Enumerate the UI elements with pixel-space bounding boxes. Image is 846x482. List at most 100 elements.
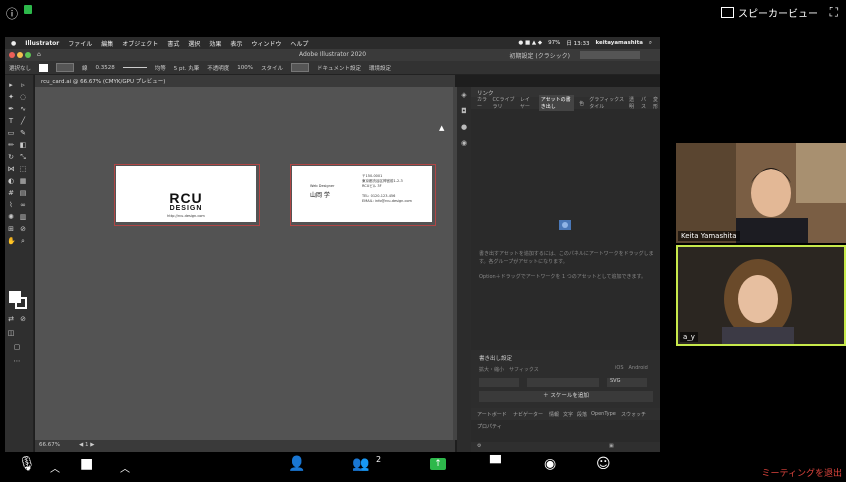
tab-character[interactable]: 文字 [563, 411, 573, 418]
opacity-input[interactable]: 100% [237, 65, 253, 71]
tab-artboards[interactable]: アートボード [477, 411, 507, 418]
variable-width-select[interactable]: 均等 [155, 64, 166, 72]
apple-icon[interactable]: ● [11, 40, 16, 47]
settings-icon[interactable]: ⚙ [477, 443, 481, 449]
reactions-icon[interactable]: ☺ [596, 456, 611, 472]
tab-navigator[interactable]: ナビゲーター [513, 411, 543, 418]
video-options-chevron-icon[interactable]: ︿ [120, 460, 130, 475]
menu-window[interactable]: ウィンドウ [251, 39, 281, 48]
type-tool-icon[interactable]: T [7, 117, 15, 125]
tab-cc-libraries[interactable]: CCライブラリ [493, 96, 515, 110]
document-setup-button[interactable]: ドキュメント設定 [317, 64, 361, 72]
shape-builder-icon[interactable]: ◐ [7, 177, 15, 185]
menu-edit[interactable]: 編集 [101, 39, 113, 48]
links-panel-icon[interactable]: ◘ [460, 107, 468, 115]
tab-layers[interactable]: レイヤー [520, 96, 534, 110]
direct-selection-tool-icon[interactable]: ▹ [19, 81, 27, 89]
gradient-tool-icon[interactable]: ▤ [19, 189, 27, 197]
fullscreen-icon[interactable]: ⛶ [830, 5, 838, 20]
speaker-view-button[interactable]: スピーカービュー [721, 5, 818, 20]
magic-wand-icon[interactable]: ✦ [7, 93, 15, 101]
blend-tool-icon[interactable]: ∞ [19, 201, 27, 209]
rotate-tool-icon[interactable]: ↻ [7, 153, 15, 161]
format-select[interactable]: SVG [607, 378, 647, 387]
line-tool-icon[interactable]: ╱ [19, 117, 27, 125]
more-tools-icon[interactable]: ⋯ [13, 357, 21, 365]
menu-view[interactable]: 表示 [230, 39, 242, 48]
menu-object[interactable]: オブジェクト [122, 39, 158, 48]
tab-color[interactable]: カラー [477, 96, 488, 110]
graph-tool-icon[interactable]: ▥ [19, 213, 27, 221]
card-front[interactable]: RCU DESIGN http://rcu-design.com [116, 166, 256, 222]
tab-swatches[interactable]: スウォッチ [621, 411, 646, 418]
participants-icon[interactable]: 👥 [352, 456, 369, 472]
layers-panel-icon[interactable]: ◈ [460, 91, 468, 99]
draw-mode-icon[interactable]: ◫ [7, 329, 15, 337]
audio-options-chevron-icon[interactable]: ︿ [50, 460, 60, 475]
tab-graphic-styles[interactable]: グラフィックスタイル [589, 96, 624, 110]
paintbrush-tool-icon[interactable]: ✎ [19, 129, 27, 137]
invite-icon[interactable]: 👤 [288, 456, 305, 472]
symbol-sprayer-icon[interactable]: ✺ [7, 213, 15, 221]
artboard-nav-icons[interactable]: ◀ 1 ▶ [79, 442, 94, 448]
scale-input[interactable] [479, 378, 519, 387]
screen-mode-icon[interactable]: ▢ [13, 343, 21, 351]
perspective-grid-icon[interactable]: ▦ [19, 177, 27, 185]
stroke-color-swatch[interactable] [56, 63, 75, 72]
chat-icon[interactable]: ▀ [490, 456, 501, 472]
participant-video-1[interactable]: Keita Yamashita [676, 143, 846, 243]
video-camera-icon[interactable]: ■ [80, 456, 93, 472]
symbols-panel-icon[interactable]: ◉ [460, 139, 468, 147]
eyedropper-icon[interactable]: ⌇ [7, 201, 15, 209]
tab-info[interactable]: 情報 [549, 411, 559, 418]
search-icon[interactable]: ⌕ [649, 40, 652, 47]
tab-swatch[interactable]: 色 [579, 100, 584, 107]
tab-paragraph[interactable]: 段落 [577, 411, 587, 418]
brush-select[interactable]: 5 pt. 丸筆 [174, 64, 199, 72]
menu-effect[interactable]: 効果 [209, 39, 221, 48]
export-button-icon[interactable]: ▣ [609, 443, 614, 449]
swap-colors-icon[interactable]: ⇄ [7, 315, 15, 323]
user-label[interactable]: keitayamashita [595, 40, 642, 46]
suffix-input[interactable] [527, 378, 599, 387]
menu-file[interactable]: ファイル [68, 39, 92, 48]
microphone-icon[interactable]: 🎙 [18, 456, 36, 472]
lasso-tool-icon[interactable]: ◌ [19, 93, 27, 101]
platform-label[interactable]: iOS Android [615, 364, 648, 371]
tab-path[interactable]: パス [641, 96, 648, 110]
fill-color-swatch[interactable] [39, 63, 49, 72]
hand-tool-icon[interactable]: ✋ [7, 237, 16, 245]
zoom-tool-icon[interactable]: ⌕ [19, 237, 27, 245]
menu-select[interactable]: 選択 [188, 39, 200, 48]
search-help-input[interactable] [580, 51, 640, 59]
tab-opentype[interactable]: OpenType [591, 411, 616, 417]
menu-type[interactable]: 書式 [167, 39, 179, 48]
end-meeting-button[interactable]: ミーティングを退出 [762, 466, 842, 479]
pencil-tool-icon[interactable]: ✏ [7, 141, 15, 149]
participant-video-2[interactable]: a_y [676, 245, 846, 346]
add-scale-button[interactable]: ＋ スケールを追加 [479, 391, 653, 402]
stroke-weight-input[interactable]: 0.3528 [96, 65, 115, 71]
eraser-tool-icon[interactable]: ◧ [19, 141, 27, 149]
artboard-canvas[interactable]: ▲ RCU DESIGN http://rcu-design.com Web D… [35, 87, 453, 440]
info-icon[interactable]: ⓘ [6, 5, 18, 22]
brush-panel-icon[interactable]: ● [460, 123, 468, 131]
artboard-tool-icon[interactable]: ⊞ [7, 225, 15, 233]
stroke-profile-line[interactable] [122, 67, 147, 68]
tab-asset-export[interactable]: アセットの書き出し [538, 95, 575, 111]
none-color-icon[interactable]: ⊘ [19, 315, 27, 323]
pen-tool-icon[interactable]: ✒ [7, 105, 15, 113]
tab-properties[interactable]: プロパティ [477, 423, 502, 430]
zoom-level-select[interactable]: 66.67% [39, 442, 60, 448]
mesh-tool-icon[interactable]: # [7, 189, 15, 197]
export-settings-title[interactable]: 書き出し設定 [479, 354, 512, 362]
stroke-swatch[interactable] [15, 297, 27, 309]
curvature-tool-icon[interactable]: ∿ [19, 105, 27, 113]
rectangle-tool-icon[interactable]: ▭ [7, 129, 15, 137]
tab-transparency[interactable]: 透明 [629, 96, 636, 110]
scale-tool-icon[interactable]: ⤡ [19, 153, 27, 161]
menu-help[interactable]: ヘルプ [290, 39, 308, 48]
width-tool-icon[interactable]: ⋈ [7, 165, 15, 173]
status-icons[interactable]: ● ■ ▲ ◆ [518, 40, 542, 46]
style-swatch[interactable] [290, 63, 309, 72]
